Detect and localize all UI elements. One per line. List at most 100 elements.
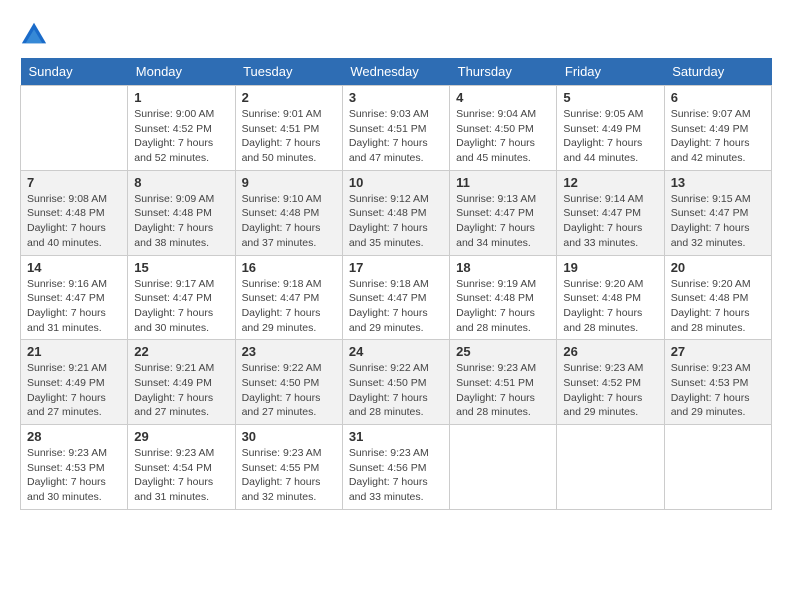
day-info: Sunrise: 9:15 AMSunset: 4:47 PMDaylight:…: [671, 192, 765, 251]
calendar-cell: 12 Sunrise: 9:14 AMSunset: 4:47 PMDayligh…: [557, 170, 664, 255]
day-number: 21: [27, 344, 121, 359]
day-info: Sunrise: 9:18 AMSunset: 4:47 PMDaylight:…: [242, 277, 336, 336]
day-number: 29: [134, 429, 228, 444]
day-info: Sunrise: 9:21 AMSunset: 4:49 PMDaylight:…: [27, 361, 121, 420]
calendar-cell: [664, 425, 771, 510]
calendar-cell: 9 Sunrise: 9:10 AMSunset: 4:48 PMDaylight…: [235, 170, 342, 255]
week-row-5: 28 Sunrise: 9:23 AMSunset: 4:53 PMDayligh…: [21, 425, 772, 510]
day-number: 26: [563, 344, 657, 359]
day-info: Sunrise: 9:23 AMSunset: 4:53 PMDaylight:…: [671, 361, 765, 420]
calendar-cell: 14 Sunrise: 9:16 AMSunset: 4:47 PMDayligh…: [21, 255, 128, 340]
calendar-cell: 5 Sunrise: 9:05 AMSunset: 4:49 PMDaylight…: [557, 86, 664, 171]
calendar-cell: 22 Sunrise: 9:21 AMSunset: 4:49 PMDayligh…: [128, 340, 235, 425]
day-number: 4: [456, 90, 550, 105]
day-info: Sunrise: 9:12 AMSunset: 4:48 PMDaylight:…: [349, 192, 443, 251]
day-number: 2: [242, 90, 336, 105]
day-number: 27: [671, 344, 765, 359]
header-tuesday: Tuesday: [235, 58, 342, 86]
day-number: 5: [563, 90, 657, 105]
day-number: 7: [27, 175, 121, 190]
day-info: Sunrise: 9:14 AMSunset: 4:47 PMDaylight:…: [563, 192, 657, 251]
day-info: Sunrise: 9:01 AMSunset: 4:51 PMDaylight:…: [242, 107, 336, 166]
day-number: 13: [671, 175, 765, 190]
calendar-cell: 23 Sunrise: 9:22 AMSunset: 4:50 PMDayligh…: [235, 340, 342, 425]
day-number: 22: [134, 344, 228, 359]
day-info: Sunrise: 9:23 AMSunset: 4:55 PMDaylight:…: [242, 446, 336, 505]
day-number: 25: [456, 344, 550, 359]
day-info: Sunrise: 9:16 AMSunset: 4:47 PMDaylight:…: [27, 277, 121, 336]
day-number: 18: [456, 260, 550, 275]
calendar-cell: [557, 425, 664, 510]
header-saturday: Saturday: [664, 58, 771, 86]
calendar-cell: 19Sunrise: 9:20 AMSunset: 4:48 PMDayligh…: [557, 255, 664, 340]
day-number: 23: [242, 344, 336, 359]
calendar-cell: 29 Sunrise: 9:23 AMSunset: 4:54 PMDayligh…: [128, 425, 235, 510]
day-info: Sunrise: 9:23 AMSunset: 4:51 PMDaylight:…: [456, 361, 550, 420]
day-number: 30: [242, 429, 336, 444]
logo: [20, 20, 52, 48]
day-info: Sunrise: 9:07 AMSunset: 4:49 PMDaylight:…: [671, 107, 765, 166]
day-info: Sunrise: 9:23 AMSunset: 4:54 PMDaylight:…: [134, 446, 228, 505]
calendar-cell: 1Sunrise: 9:00 AMSunset: 4:52 PMDaylight…: [128, 86, 235, 171]
day-info: Sunrise: 9:10 AMSunset: 4:48 PMDaylight:…: [242, 192, 336, 251]
day-number: 15: [134, 260, 228, 275]
calendar-cell: 31 Sunrise: 9:23 AMSunset: 4:56 PMDayligh…: [342, 425, 449, 510]
week-row-3: 14 Sunrise: 9:16 AMSunset: 4:47 PMDayligh…: [21, 255, 772, 340]
calendar-cell: 15 Sunrise: 9:17 AMSunset: 4:47 PMDayligh…: [128, 255, 235, 340]
day-number: 24: [349, 344, 443, 359]
calendar-cell: 24 Sunrise: 9:22 AMSunset: 4:50 PMDayligh…: [342, 340, 449, 425]
calendar-cell: 27 Sunrise: 9:23 AMSunset: 4:53 PMDayligh…: [664, 340, 771, 425]
day-info: Sunrise: 9:23 AMSunset: 4:52 PMDaylight:…: [563, 361, 657, 420]
week-row-2: 7Sunrise: 9:08 AMSunset: 4:48 PMDaylight…: [21, 170, 772, 255]
day-info: Sunrise: 9:23 AMSunset: 4:53 PMDaylight:…: [27, 446, 121, 505]
calendar-cell: 3 Sunrise: 9:03 AMSunset: 4:51 PMDaylight…: [342, 86, 449, 171]
calendar-cell: 25 Sunrise: 9:23 AMSunset: 4:51 PMDayligh…: [450, 340, 557, 425]
day-number: 12: [563, 175, 657, 190]
day-info: Sunrise: 9:04 AMSunset: 4:50 PMDaylight:…: [456, 107, 550, 166]
day-number: 31: [349, 429, 443, 444]
day-number: 16: [242, 260, 336, 275]
calendar-cell: [450, 425, 557, 510]
calendar-cell: 18 Sunrise: 9:19 AMSunset: 4:48 PMDayligh…: [450, 255, 557, 340]
day-number: 11: [456, 175, 550, 190]
day-number: 6: [671, 90, 765, 105]
day-info: Sunrise: 9:17 AMSunset: 4:47 PMDaylight:…: [134, 277, 228, 336]
calendar-cell: 17 Sunrise: 9:18 AMSunset: 4:47 PMDayligh…: [342, 255, 449, 340]
day-info: Sunrise: 9:18 AMSunset: 4:47 PMDaylight:…: [349, 277, 443, 336]
header-sunday: Sunday: [21, 58, 128, 86]
header-monday: Monday: [128, 58, 235, 86]
day-number: 1: [134, 90, 228, 105]
day-number: 28: [27, 429, 121, 444]
day-info: Sunrise: 9:03 AMSunset: 4:51 PMDaylight:…: [349, 107, 443, 166]
day-number: 14: [27, 260, 121, 275]
day-info: Sunrise: 9:22 AMSunset: 4:50 PMDaylight:…: [349, 361, 443, 420]
calendar-cell: 4 Sunrise: 9:04 AMSunset: 4:50 PMDaylight…: [450, 86, 557, 171]
page-header: [20, 20, 772, 48]
day-info: Sunrise: 9:09 AMSunset: 4:48 PMDaylight:…: [134, 192, 228, 251]
day-info: Sunrise: 9:22 AMSunset: 4:50 PMDaylight:…: [242, 361, 336, 420]
calendar-cell: 8Sunrise: 9:09 AMSunset: 4:48 PMDaylight…: [128, 170, 235, 255]
calendar-cell: 6 Sunrise: 9:07 AMSunset: 4:49 PMDaylight…: [664, 86, 771, 171]
day-number: 3: [349, 90, 443, 105]
day-info: Sunrise: 9:05 AMSunset: 4:49 PMDaylight:…: [563, 107, 657, 166]
day-info: Sunrise: 9:21 AMSunset: 4:49 PMDaylight:…: [134, 361, 228, 420]
calendar-cell: 11 Sunrise: 9:13 AMSunset: 4:47 PMDayligh…: [450, 170, 557, 255]
calendar-cell: 13 Sunrise: 9:15 AMSunset: 4:47 PMDayligh…: [664, 170, 771, 255]
calendar-cell: 7Sunrise: 9:08 AMSunset: 4:48 PMDaylight…: [21, 170, 128, 255]
week-row-1: 1Sunrise: 9:00 AMSunset: 4:52 PMDaylight…: [21, 86, 772, 171]
day-number: 9: [242, 175, 336, 190]
week-row-4: 21 Sunrise: 9:21 AMSunset: 4:49 PMDayligh…: [21, 340, 772, 425]
day-info: Sunrise: 9:23 AMSunset: 4:56 PMDaylight:…: [349, 446, 443, 505]
day-info: Sunrise: 9:20 AMSunset: 4:48 PMDaylight:…: [563, 277, 657, 336]
day-info: Sunrise: 9:13 AMSunset: 4:47 PMDaylight:…: [456, 192, 550, 251]
calendar-cell: 30 Sunrise: 9:23 AMSunset: 4:55 PMDayligh…: [235, 425, 342, 510]
logo-icon: [20, 20, 48, 48]
calendar-cell: 21 Sunrise: 9:21 AMSunset: 4:49 PMDayligh…: [21, 340, 128, 425]
calendar-cell: 10Sunrise: 9:12 AMSunset: 4:48 PMDayligh…: [342, 170, 449, 255]
header-friday: Friday: [557, 58, 664, 86]
day-info: Sunrise: 9:19 AMSunset: 4:48 PMDaylight:…: [456, 277, 550, 336]
header-thursday: Thursday: [450, 58, 557, 86]
calendar-cell: 26 Sunrise: 9:23 AMSunset: 4:52 PMDayligh…: [557, 340, 664, 425]
day-number: 17: [349, 260, 443, 275]
calendar-table: SundayMondayTuesdayWednesdayThursdayFrid…: [20, 58, 772, 510]
